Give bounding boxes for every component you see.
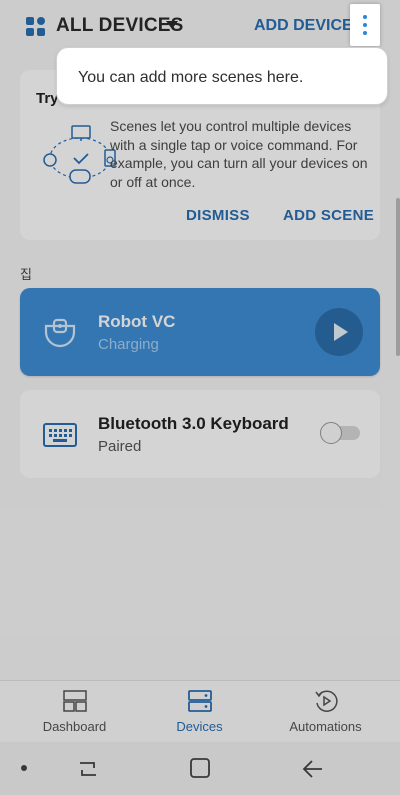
edge-panel-handle[interactable]	[396, 198, 400, 356]
coach-mark-tooltip[interactable]: You can add more scenes here.	[56, 47, 388, 105]
system-navigation-bar	[0, 742, 400, 795]
app-screen: ALL DEVICES ADD DEVICE Try Scenes let yo…	[0, 0, 400, 795]
robot-vacuum-icon	[44, 318, 76, 348]
scenes-illustration-icon	[43, 125, 116, 184]
back-icon[interactable]	[300, 757, 324, 781]
more-vert-icon[interactable]	[350, 4, 380, 46]
dismiss-button[interactable]: DISMISS	[186, 207, 250, 224]
tab-automations[interactable]: Automations	[259, 681, 392, 743]
device-card-robot-vc[interactable]: Robot VC Charging	[20, 288, 380, 376]
tab-label: Devices	[176, 719, 223, 734]
dashboard-icon	[62, 690, 87, 712]
room-label: 집	[20, 267, 32, 282]
top-app-bar: ALL DEVICES ADD DEVICE	[0, 0, 400, 52]
keyboard-icon	[43, 423, 77, 447]
recent-apps-icon[interactable]	[76, 757, 100, 781]
device-status: Paired	[98, 438, 142, 455]
tab-dashboard[interactable]: Dashboard	[8, 681, 141, 743]
power-toggle[interactable]	[320, 422, 360, 444]
home-icon[interactable]	[189, 757, 211, 779]
add-scene-button[interactable]: ADD SCENE	[283, 207, 374, 224]
bottom-navigation: Dashboard Devices Automations	[0, 680, 400, 742]
tab-devices[interactable]: Devices	[133, 681, 266, 743]
play-icon[interactable]	[315, 308, 363, 356]
caret-down-icon[interactable]	[166, 21, 178, 29]
add-device-button[interactable]: ADD DEVICE	[254, 17, 353, 35]
location-selector[interactable]: ALL DEVICES	[56, 15, 183, 37]
keyboard-dot-icon[interactable]	[20, 764, 28, 772]
device-name: Bluetooth 3.0 Keyboard	[98, 414, 289, 433]
grid-icon[interactable]	[26, 17, 46, 37]
automations-icon	[314, 690, 338, 712]
tab-label: Dashboard	[42, 719, 107, 734]
toggle-knob	[320, 422, 342, 444]
device-card-bluetooth-keyboard[interactable]: Bluetooth 3.0 Keyboard Paired	[20, 390, 380, 478]
scene-card-description: Scenes let you control multiple devices …	[110, 118, 368, 190]
device-name: Robot VC	[98, 312, 176, 331]
tooltip-text: You can add more scenes here.	[78, 69, 304, 86]
devices-icon	[187, 690, 212, 712]
device-status: Charging	[98, 336, 159, 353]
tab-label: Automations	[289, 719, 362, 734]
